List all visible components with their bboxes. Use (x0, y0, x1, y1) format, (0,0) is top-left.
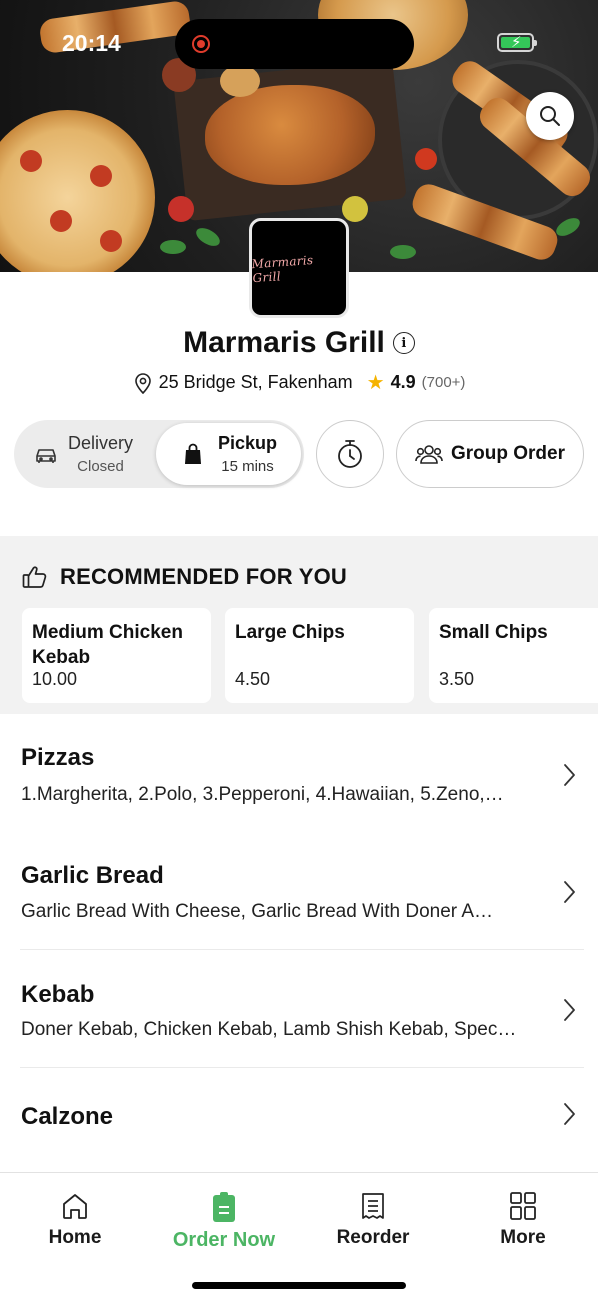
nav-more-label: More (500, 1227, 546, 1248)
recommended-card[interactable]: Large Chips 4.50 (225, 608, 414, 703)
search-icon (540, 106, 560, 126)
restaurant-name: Marmaris Grill (183, 326, 385, 359)
bag-icon (185, 443, 201, 464)
rating-value: 4.9 (390, 372, 416, 392)
herb-image (160, 240, 186, 254)
status-bar: 20:14 ⚡ (0, 0, 598, 80)
grid-icon (510, 1192, 536, 1220)
recording-indicator-icon (192, 35, 210, 53)
category-name: Calzone (21, 1103, 114, 1130)
category-description: 1.Margherita, 2.Polo, 3.Pepperoni, 4.Haw… (21, 784, 504, 805)
herb-image (553, 214, 583, 240)
tomato-image (415, 148, 437, 170)
recommended-card[interactable]: Small Chips 3.50 (429, 608, 598, 703)
nav-home-label: Home (48, 1227, 102, 1248)
order-mode-toggle: Delivery Closed Pickup 15 mins (14, 420, 304, 488)
restaurant-address[interactable]: 25 Bridge St, Fakenham (159, 372, 353, 393)
nav-more[interactable]: More (458, 1191, 588, 1249)
category-row[interactable]: Calzone (0, 1068, 598, 1172)
order-icon (213, 1192, 235, 1222)
roast-chicken-image (205, 85, 375, 185)
group-order-button[interactable]: Group Order (396, 420, 584, 488)
pickup-option[interactable]: Pickup 15 mins (156, 423, 301, 485)
recommended-item-name: Small Chips (439, 622, 548, 643)
star-icon: ★ (366, 372, 385, 394)
stopwatch-icon (338, 440, 362, 468)
nav-reorder-label: Reorder (336, 1227, 410, 1248)
restaurant-meta: 25 Bridge St, Fakenham ★ 4.9 (700+) (0, 370, 598, 395)
schedule-time-button[interactable] (316, 420, 384, 488)
chevron-right-icon (564, 764, 575, 786)
bowl-image (168, 196, 194, 222)
nav-order-now-label: Order Now (172, 1229, 276, 1251)
dynamic-island (175, 19, 414, 69)
recommended-title: RECOMMENDED FOR YOU (60, 564, 347, 589)
category-row[interactable]: Garlic Bread Garlic Bread With Cheese, G… (0, 832, 598, 950)
category-name: Garlic Bread (21, 862, 164, 889)
nav-reorder[interactable]: Reorder (308, 1191, 438, 1249)
recommended-section: RECOMMENDED FOR YOU Medium Chicken Kebab… (0, 536, 598, 714)
pickup-time: 15 mins (221, 458, 274, 475)
bottom-nav: Home Order Now Reorder More (0, 1172, 598, 1300)
group-order-label: Group Order (450, 443, 565, 464)
restaurant-title-row: Marmaris Grill i (0, 326, 598, 360)
group-icon (415, 445, 443, 464)
recommended-item-price: 4.50 (235, 669, 271, 689)
battery-icon: ⚡ (497, 33, 537, 52)
rating-count: (700+) (421, 374, 466, 391)
recommended-card[interactable]: Medium Chicken Kebab 10.00 (22, 608, 211, 703)
recommended-item-price: 3.50 (439, 669, 475, 689)
herb-image (193, 224, 223, 250)
receipt-icon (362, 1193, 384, 1219)
restaurant-logo: Marmaris Grill (249, 218, 349, 318)
status-time: 20:14 (62, 30, 121, 56)
car-icon (36, 449, 56, 463)
category-name: Pizzas (21, 744, 95, 771)
recommended-item-price: 10.00 (32, 669, 78, 689)
pickup-label: Pickup (218, 433, 278, 453)
charging-bolt-icon: ⚡ (511, 34, 522, 51)
nav-order-now[interactable]: Order Now (159, 1191, 289, 1252)
pizza-image (0, 110, 155, 272)
thumbs-up-icon (22, 566, 47, 588)
location-pin-icon (134, 372, 151, 394)
category-row[interactable]: Pizzas 1.Margherita, 2.Polo, 3.Pepperoni… (0, 714, 598, 832)
search-button[interactable] (526, 92, 574, 140)
recommended-heading: RECOMMENDED FOR YOU (22, 564, 347, 590)
herb-image (390, 245, 416, 259)
bowl-image (342, 196, 368, 222)
category-description: Doner Kebab, Chicken Kebab, Lamb Shish K… (21, 1019, 517, 1040)
recommended-item-name: Large Chips (235, 622, 345, 643)
delivery-option[interactable]: Delivery Closed (14, 420, 156, 488)
delivery-label: Delivery (68, 433, 134, 453)
home-icon (63, 1194, 87, 1219)
recommended-item-name: Medium Chicken Kebab (32, 622, 183, 668)
chevron-right-icon (564, 999, 575, 1021)
info-icon[interactable]: i (392, 332, 415, 354)
category-row[interactable]: Kebab Doner Kebab, Chicken Kebab, Lamb S… (0, 950, 598, 1068)
chevron-right-icon (564, 1103, 575, 1125)
category-name: Kebab (21, 981, 95, 1008)
delivery-status: Closed (77, 458, 124, 475)
home-indicator[interactable] (192, 1282, 406, 1289)
logo-text: Marmaris Grill (251, 252, 314, 286)
chevron-right-icon (564, 881, 575, 903)
nav-home[interactable]: Home (10, 1191, 140, 1249)
category-description: Garlic Bread With Cheese, Garlic Bread W… (21, 901, 494, 922)
